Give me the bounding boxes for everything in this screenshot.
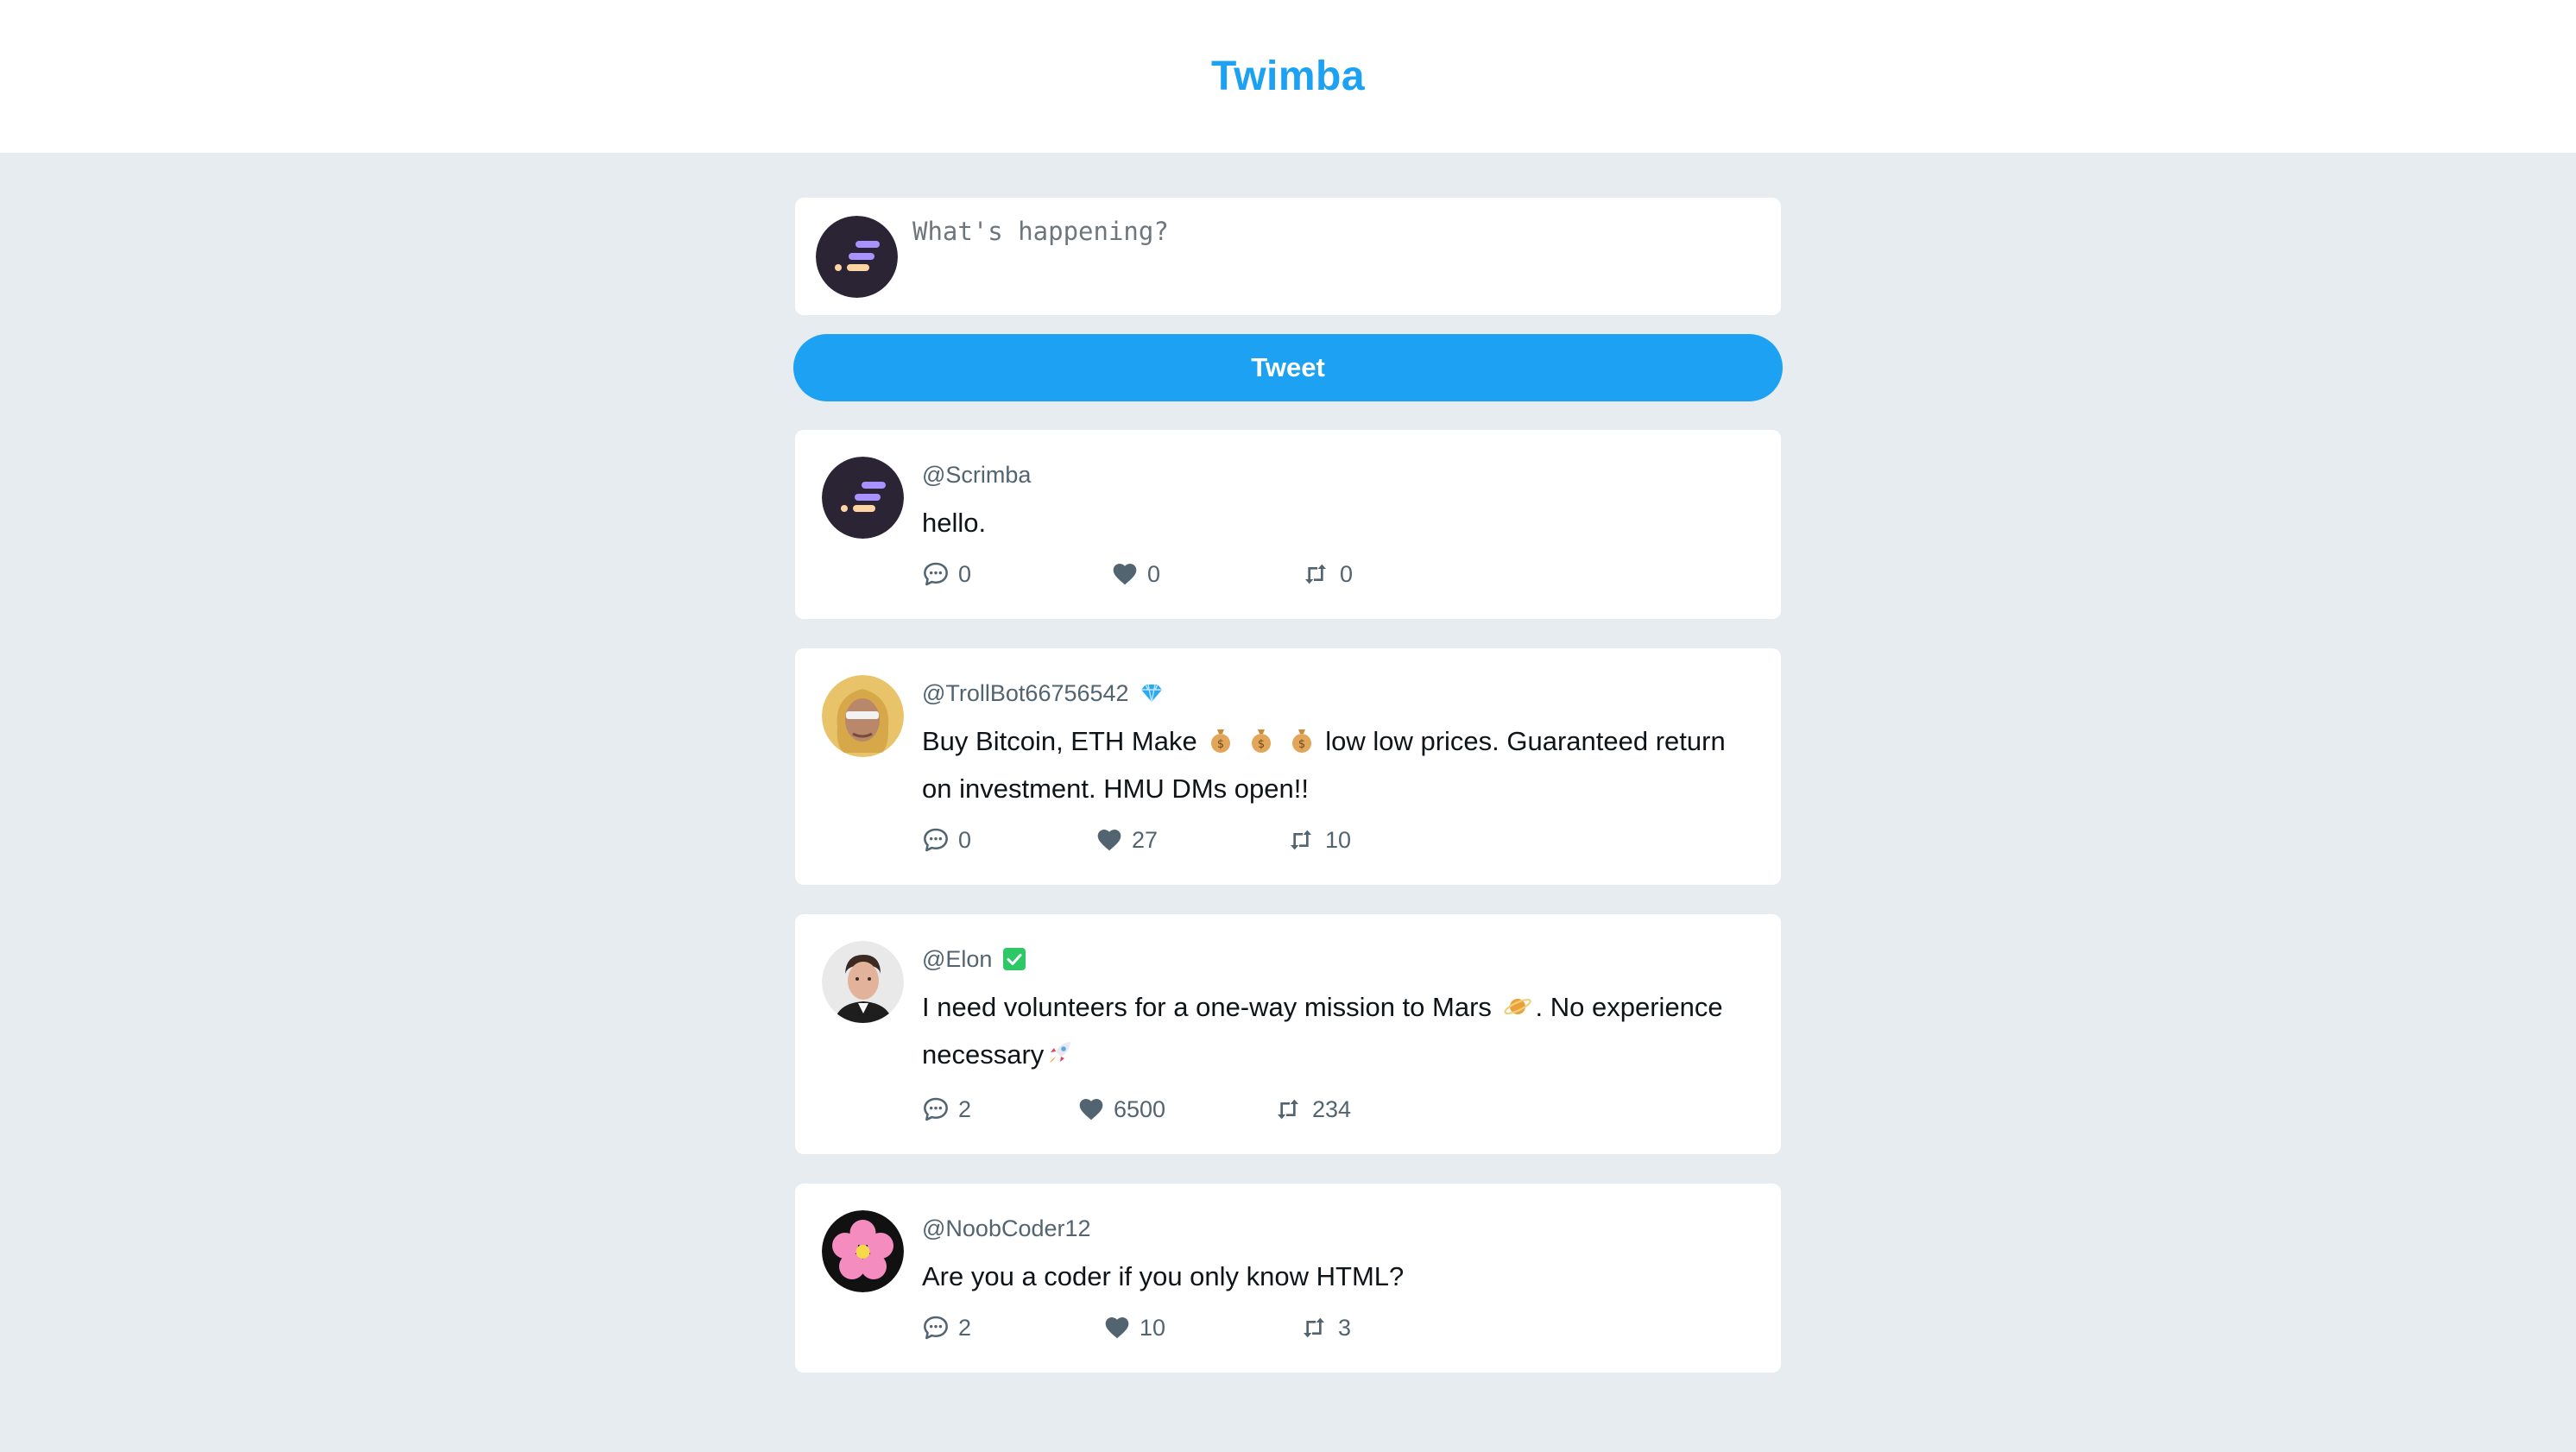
tweet-card: @TrollBot66756542 Buy Bitcoin, ETH Make … [795, 648, 1781, 885]
tweet-handle: @Elon [922, 945, 993, 972]
retweet-button[interactable]: 0 [1300, 560, 1353, 588]
tweet-header: @Scrimba [922, 459, 1755, 490]
main-column: Tweet @Scrimba hello. 0 0 [793, 198, 1783, 1402]
tweet-body: @TrollBot66756542 Buy Bitcoin, ETH Make … [922, 674, 1755, 857]
comment-dots-icon [922, 826, 950, 854]
svg-text:$: $ [1217, 738, 1224, 751]
avatar [822, 675, 904, 757]
comment-dots-icon [922, 1095, 950, 1123]
tweet-card: @Scrimba hello. 0 0 0 [795, 430, 1781, 619]
tweet-actions: 2 10 3 [922, 1310, 1755, 1345]
comment-dots-icon [922, 1314, 950, 1342]
retweet-button[interactable]: 234 [1272, 1095, 1351, 1123]
heart-icon [1077, 1095, 1105, 1123]
app-title: Twimba [1210, 54, 1366, 99]
svg-text:$: $ [1258, 738, 1265, 751]
tweet-header: @NoobCoder12 [922, 1213, 1755, 1244]
avatar [822, 941, 904, 1023]
tweet-actions: 0 27 10 [922, 823, 1755, 857]
like-button[interactable]: 0 [1111, 560, 1300, 588]
like-count: 6500 [1114, 1095, 1166, 1122]
tweet-text-part: Buy Bitcoin, ETH Make [922, 726, 1197, 756]
reply-count: 0 [958, 826, 972, 853]
planet-icon [1503, 988, 1532, 1032]
tweet-handle: @TrollBot66756542 [922, 679, 1129, 706]
reply-count: 0 [958, 560, 972, 587]
flower-avatar-icon [822, 1210, 904, 1292]
trollbot-avatar-icon [822, 675, 904, 757]
reply-button[interactable]: 2 [922, 1095, 1077, 1123]
tweet-card: @NoobCoder12 Are you a coder if you only… [795, 1184, 1781, 1373]
like-count: 10 [1140, 1314, 1166, 1341]
retweet-count: 234 [1312, 1095, 1352, 1122]
app-header: Twimba [0, 0, 2576, 153]
tweet-text: hello. [922, 508, 987, 538]
like-count: 27 [1132, 826, 1159, 853]
retweet-icon [1272, 1095, 1304, 1123]
scrimba-logo-icon [816, 216, 898, 298]
tweet-body: @NoobCoder12 Are you a coder if you only… [922, 1209, 1755, 1345]
scrimba-logo-icon [822, 457, 904, 539]
avatar [822, 457, 904, 539]
verified-check-icon [1002, 947, 1026, 971]
money-bag-icon: $ [1248, 723, 1274, 767]
diamond-badge-icon [1140, 682, 1164, 704]
retweet-icon [1300, 560, 1331, 588]
tweet-header: @TrollBot66756542 [922, 678, 1755, 709]
tweet-text-part: I need volunteers for a one-way mission … [922, 992, 1492, 1022]
rocket-icon [1045, 1036, 1075, 1080]
like-count: 0 [1147, 560, 1161, 587]
tweet-handle: @NoobCoder12 [922, 1215, 1091, 1241]
tweet-handle: @Scrimba [922, 461, 1032, 488]
tweet-body: @Elon I need volunteers for a one-way mi… [922, 940, 1755, 1127]
heart-icon [1111, 560, 1139, 588]
tweet-actions: 0 0 0 [922, 557, 1755, 591]
avatar [822, 1210, 904, 1292]
retweet-icon [1285, 826, 1316, 854]
retweet-count: 10 [1325, 826, 1352, 853]
comment-dots-icon [922, 560, 950, 588]
money-bag-icon: $ [1208, 723, 1234, 767]
heart-icon [1095, 826, 1123, 854]
retweet-button[interactable]: 10 [1285, 826, 1351, 854]
avatar [816, 216, 898, 298]
svg-text:$: $ [1297, 738, 1304, 751]
money-bag-icon: $ [1289, 723, 1315, 767]
tweet-text: Buy Bitcoin, ETH Make $ $ $ low low pric… [922, 719, 1755, 811]
tweet-actions: 2 6500 234 [922, 1092, 1755, 1127]
retweet-count: 3 [1338, 1314, 1352, 1341]
reply-count: 2 [958, 1095, 972, 1122]
tweet-card: @Elon I need volunteers for a one-way mi… [795, 914, 1781, 1154]
tweet-body: @Scrimba hello. 0 0 0 [922, 456, 1755, 591]
tweet-text: Are you a coder if you only know HTML? [922, 1261, 1405, 1291]
heart-icon [1103, 1314, 1131, 1342]
retweet-button[interactable]: 3 [1298, 1314, 1351, 1342]
reply-button[interactable]: 2 [922, 1314, 1103, 1342]
like-button[interactable]: 27 [1095, 826, 1285, 854]
tweet-feed: @Scrimba hello. 0 0 0 @TrollBot66756542 … [795, 430, 1781, 1373]
tweet-text: I need volunteers for a one-way mission … [922, 985, 1755, 1080]
reply-count: 2 [958, 1314, 972, 1341]
like-button[interactable]: 6500 [1077, 1095, 1272, 1123]
retweet-count: 0 [1340, 560, 1354, 587]
reply-button[interactable]: 0 [922, 560, 1111, 588]
tweet-header: @Elon [922, 944, 1755, 975]
tweet-button[interactable]: Tweet [793, 334, 1783, 401]
reply-button[interactable]: 0 [922, 826, 1095, 854]
tweet-input[interactable] [912, 217, 1764, 296]
elon-avatar-icon [822, 941, 904, 1023]
retweet-icon [1298, 1314, 1329, 1342]
compose-box [795, 198, 1781, 315]
like-button[interactable]: 10 [1103, 1314, 1298, 1342]
